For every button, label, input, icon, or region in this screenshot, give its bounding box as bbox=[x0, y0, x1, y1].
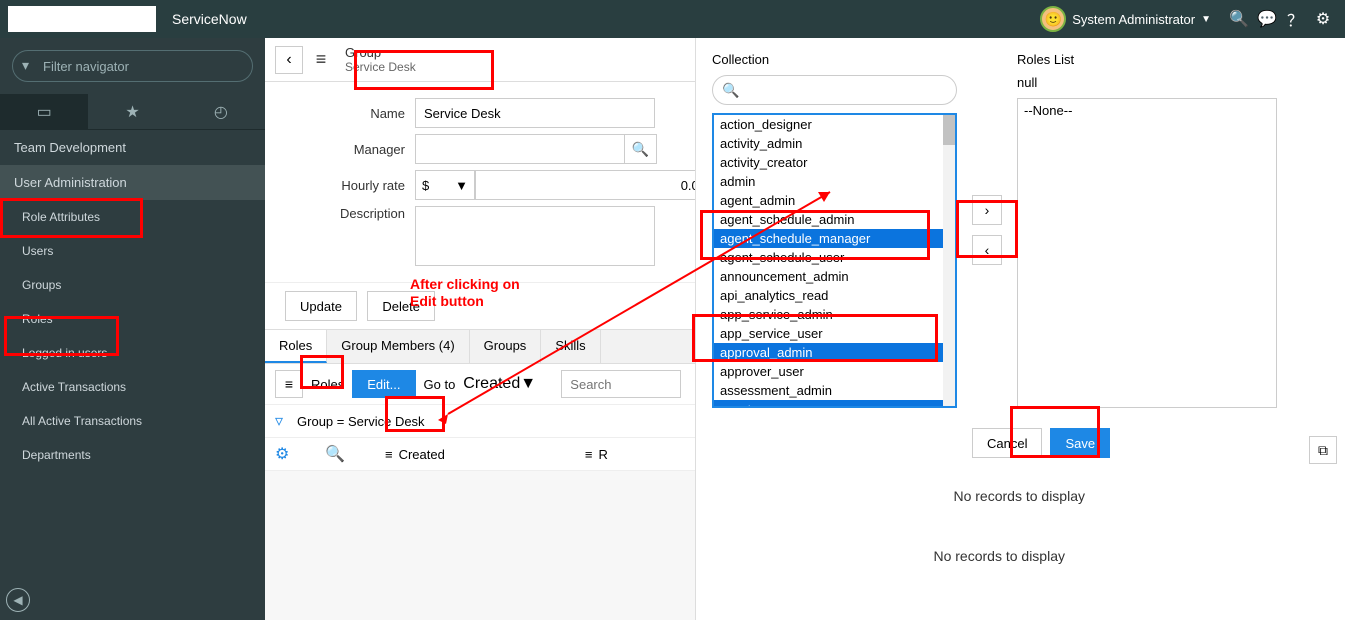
lookup-icon[interactable]: 🔍 bbox=[625, 134, 657, 164]
sidebar-tab-history-icon[interactable]: ◴ bbox=[177, 94, 265, 129]
col-created[interactable]: Created bbox=[399, 447, 445, 462]
avatar[interactable]: 🙂 bbox=[1040, 6, 1066, 32]
sort-icon-2[interactable]: ≡ bbox=[585, 447, 593, 462]
collection-item[interactable]: app_service_user bbox=[714, 324, 955, 343]
collection-item[interactable]: activity_admin bbox=[714, 134, 955, 153]
edit-button[interactable]: Edit... bbox=[352, 370, 415, 398]
chevron-down-icon[interactable]: ▼ bbox=[1201, 14, 1211, 25]
sidebar-item-user-administration[interactable]: User Administration bbox=[0, 165, 265, 200]
sidebar-item-logged-in-users[interactable]: Logged in users bbox=[0, 336, 265, 370]
sidebar-nav-list: Team DevelopmentUser AdministrationRole … bbox=[0, 130, 265, 620]
sidebar-item-roles[interactable]: Roles bbox=[0, 302, 265, 336]
funnel-icon: ▾ bbox=[22, 57, 29, 74]
search-icon[interactable]: 🔍 bbox=[1225, 9, 1253, 29]
list-gear-icon[interactable]: ⚙ bbox=[275, 444, 325, 464]
collection-item[interactable]: announcement_admin bbox=[714, 267, 955, 286]
collection-item[interactable]: admin bbox=[714, 172, 955, 191]
none-option[interactable]: --None-- bbox=[1024, 103, 1270, 118]
filter-breadcrumb[interactable]: Group = Service Desk bbox=[297, 414, 425, 429]
sidebar-item-users[interactable]: Users bbox=[0, 234, 265, 268]
goto-field-select[interactable]: Created▼ bbox=[463, 375, 553, 393]
scroll-left-icon[interactable]: ◀ bbox=[6, 588, 30, 612]
username-label: System Administrator bbox=[1072, 12, 1195, 27]
collection-item[interactable]: api_analytics_read bbox=[714, 286, 955, 305]
sidebar-item-all-active-transactions[interactable]: All Active Transactions bbox=[0, 404, 265, 438]
collection-item[interactable]: agent_admin bbox=[714, 191, 955, 210]
filter-navigator-input[interactable] bbox=[12, 50, 253, 82]
collection-item[interactable]: approval_admin bbox=[714, 343, 955, 362]
chat-icon[interactable]: 💬 bbox=[1253, 9, 1281, 29]
delete-button[interactable]: Delete bbox=[367, 291, 435, 321]
sidebar-tabs: ▭ ★ ◴ bbox=[0, 94, 265, 130]
collection-item[interactable]: asset bbox=[714, 400, 955, 408]
roles-list-label: Roles List bbox=[1017, 52, 1277, 67]
tab-roles[interactable]: Roles bbox=[265, 330, 327, 363]
description-label: Description bbox=[285, 206, 415, 221]
currency-select[interactable]: $▼ bbox=[415, 170, 475, 200]
main-pane: ‹ ≡ Group Service Desk ↑ ↓ Name Manager … bbox=[265, 38, 1345, 620]
sidebar-tab-all-icon[interactable]: ▭ bbox=[0, 94, 88, 129]
name-label: Name bbox=[285, 106, 415, 121]
no-records-2: No records to display bbox=[933, 548, 1065, 564]
tab-skills[interactable]: Skills bbox=[541, 330, 600, 363]
list-search-icon[interactable]: 🔍 bbox=[325, 444, 375, 464]
expand-icon[interactable]: ⧉ bbox=[1309, 436, 1337, 464]
filter-funnel-icon[interactable]: ▿ bbox=[275, 411, 283, 431]
list-title-label: Roles bbox=[311, 377, 344, 392]
help-icon[interactable]: ？ bbox=[1281, 7, 1309, 31]
record-type-label: Group bbox=[345, 45, 416, 60]
collection-item[interactable]: action_designer bbox=[714, 115, 955, 134]
remove-button[interactable]: ‹ bbox=[972, 235, 1002, 265]
logo-placeholder bbox=[8, 6, 156, 32]
col-r[interactable]: R bbox=[598, 447, 607, 462]
manager-label: Manager bbox=[285, 142, 415, 157]
record-name-label: Service Desk bbox=[345, 60, 416, 74]
list-menu-icon[interactable]: ≡ bbox=[275, 370, 303, 398]
collection-search-input[interactable] bbox=[712, 75, 957, 105]
hourly-rate-input[interactable] bbox=[475, 170, 715, 200]
roles-listbox[interactable]: --None-- bbox=[1017, 98, 1277, 408]
sidebar-item-team-development[interactable]: Team Development bbox=[0, 130, 265, 165]
tab-groups[interactable]: Groups bbox=[470, 330, 542, 363]
collection-item[interactable]: approver_user bbox=[714, 362, 955, 381]
collection-item[interactable]: agent_schedule_manager bbox=[714, 229, 955, 248]
description-input[interactable] bbox=[415, 206, 655, 266]
collection-item[interactable]: agent_schedule_admin bbox=[714, 210, 955, 229]
collection-listbox[interactable]: action_designeractivity_adminactivity_cr… bbox=[712, 113, 957, 408]
hourly-rate-label: Hourly rate bbox=[285, 178, 415, 193]
collection-item[interactable]: activity_creator bbox=[714, 153, 955, 172]
save-button[interactable]: Save bbox=[1050, 428, 1110, 458]
hamburger-icon[interactable]: ≡ bbox=[307, 49, 335, 70]
name-input[interactable] bbox=[415, 98, 655, 128]
topbar: ServiceNow 🙂 System Administrator ▼ 🔍 💬 … bbox=[0, 0, 1345, 38]
search-icon: 🔍 bbox=[722, 82, 739, 99]
sidebar-item-active-transactions[interactable]: Active Transactions bbox=[0, 370, 265, 404]
manager-input[interactable] bbox=[415, 134, 625, 164]
sidebar-tab-favorites-icon[interactable]: ★ bbox=[88, 94, 176, 129]
update-button[interactable]: Update bbox=[285, 291, 357, 321]
brand-name: ServiceNow bbox=[172, 11, 247, 27]
sidebar-item-role-attributes[interactable]: Role Attributes bbox=[0, 200, 265, 234]
list-search-input[interactable] bbox=[561, 370, 681, 398]
collection-item[interactable]: app_service_admin bbox=[714, 305, 955, 324]
sort-icon[interactable]: ≡ bbox=[385, 447, 393, 462]
collection-label: Collection bbox=[712, 52, 957, 67]
tab-group-members-4-[interactable]: Group Members (4) bbox=[327, 330, 469, 363]
gear-icon[interactable]: ⚙ bbox=[1309, 9, 1337, 29]
sidebar-item-departments[interactable]: Departments bbox=[0, 438, 265, 472]
goto-label: Go to bbox=[424, 377, 456, 392]
collection-item[interactable]: agent_schedule_user bbox=[714, 248, 955, 267]
sidebar: ▾ ▭ ★ ◴ Team DevelopmentUser Administrat… bbox=[0, 38, 265, 620]
back-button[interactable]: ‹ bbox=[275, 46, 303, 74]
sidebar-item-groups[interactable]: Groups bbox=[0, 268, 265, 302]
collection-item[interactable]: assessment_admin bbox=[714, 381, 955, 400]
add-button[interactable]: › bbox=[972, 195, 1002, 225]
slushbucket-panel: Collection 🔍 action_designeractivity_adm… bbox=[695, 38, 1345, 620]
no-records-1: No records to display bbox=[953, 488, 1085, 504]
roles-list-value: null bbox=[1017, 75, 1277, 90]
cancel-button[interactable]: Cancel bbox=[972, 428, 1042, 458]
